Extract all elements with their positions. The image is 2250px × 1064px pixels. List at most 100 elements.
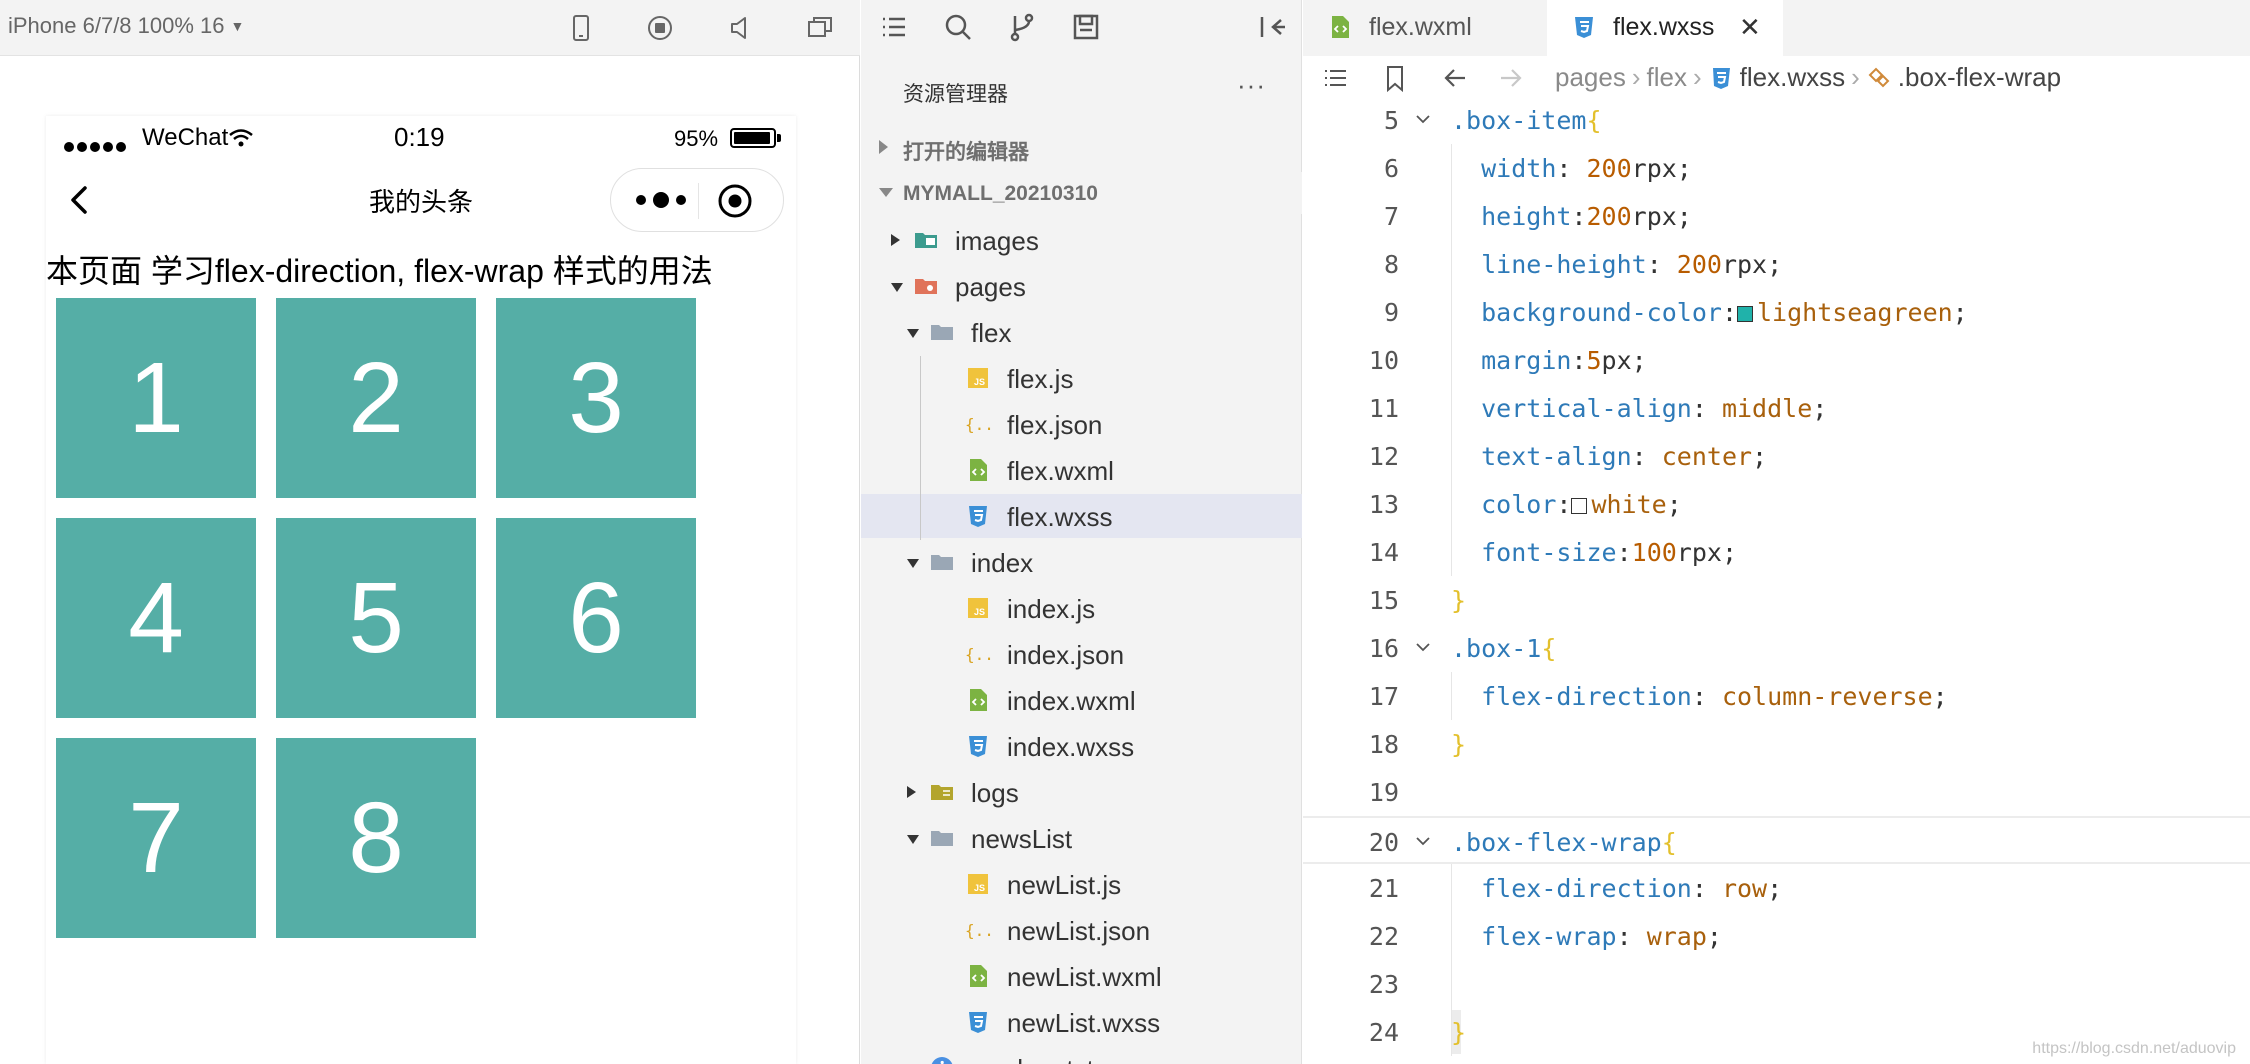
symbol-class-icon (1868, 67, 1890, 88)
outline-icon[interactable] (1319, 62, 1351, 94)
tree-item-newslist[interactable]: newsList (861, 816, 1302, 860)
tree-item-flex[interactable]: flex (861, 310, 1302, 354)
open-editors-section[interactable]: 打开的编辑器 (861, 126, 1302, 168)
tab-flex-wxml[interactable]: flex.wxml (1303, 0, 1547, 56)
phone-screen: WeChat 0:19 95% 我的头条 本页面 学习flex-directio… (46, 116, 796, 1064)
tree-item-label: newList.wxss (1007, 1008, 1161, 1038)
wxml-file-icon (1327, 14, 1353, 40)
carrier-label: WeChat (142, 124, 229, 151)
code-line[interactable]: 22 flex-wrap: wrap; (1303, 912, 2250, 960)
fold-chevron-icon[interactable] (1413, 106, 1433, 126)
devtools-window: iPhone 6/7/8 100% 16 ▼ WeChat 0:19 95% 我… (0, 0, 2250, 1064)
capsule-divider (698, 183, 699, 219)
more-actions-icon[interactable]: ··· (1237, 70, 1266, 101)
collapse-panel-icon[interactable] (1255, 10, 1289, 44)
chevron-right-icon (891, 234, 900, 246)
editor-pane: flex.wxml flex.wxss ✕ pages › flex › flex.wxss… (1303, 0, 2250, 1064)
code-line[interactable]: 15} (1303, 576, 2250, 624)
tree-item-pages[interactable]: pages (861, 264, 1302, 308)
tree-item-index-wxml[interactable]: index.wxml (861, 678, 1302, 722)
battery-icon (730, 128, 781, 148)
code-area[interactable]: 5 .box-item{6 width: 200rpx; 7 height:200r… (1303, 100, 2250, 1064)
tree-item-index[interactable]: index (861, 540, 1302, 584)
tree-item-index-js[interactable]: JS index.js (861, 586, 1302, 630)
tree-item-index-json[interactable]: {..} index.json (861, 632, 1302, 676)
close-tab-icon[interactable]: ✕ (1739, 12, 1761, 43)
back-icon[interactable] (1439, 62, 1471, 94)
tree-item-newlist-json[interactable]: {..} newList.json (861, 908, 1302, 952)
signal-icon (64, 131, 129, 159)
code-line[interactable]: 10 margin:5px; (1303, 336, 2250, 384)
code-text: flex-direction: column-reverse; (1481, 682, 1948, 711)
tree-item-flex-wxss[interactable]: flex.wxss (861, 494, 1302, 538)
line-number: 23 (1368, 970, 1399, 999)
window-icon[interactable] (804, 12, 836, 44)
breadcrumb-pages[interactable]: pages (1555, 62, 1626, 92)
simulator-toolbar: iPhone 6/7/8 100% 16 ▼ (0, 0, 860, 56)
folder-icon (929, 549, 955, 575)
code-text: width: 200rpx; (1481, 154, 1692, 183)
stop-icon[interactable] (644, 12, 676, 44)
code-line[interactable]: 14 font-size:100rpx; (1303, 528, 2250, 576)
speaker-icon[interactable] (724, 12, 756, 44)
tab-flex-wxss[interactable]: flex.wxss ✕ (1547, 0, 1783, 56)
tree-item-flex-js[interactable]: JS flex.js (861, 356, 1302, 400)
code-line[interactable]: 13 color: white; (1303, 480, 2250, 528)
breadcrumb-file[interactable]: flex.wxss (1740, 62, 1845, 92)
search-icon[interactable] (941, 10, 975, 44)
code-line[interactable]: 6 width: 200rpx; (1303, 144, 2250, 192)
tree-item-newlist-wxml[interactable]: newList.wxml (861, 954, 1302, 998)
code-line[interactable]: 5 .box-item{ (1303, 96, 2250, 144)
forward-icon[interactable] (1495, 62, 1527, 94)
chevron-down-icon (907, 835, 919, 844)
code-line[interactable]: 21 flex-direction: row; (1303, 864, 2250, 912)
project-section[interactable]: MYMALL_20210310 (861, 172, 1302, 214)
tree-item-logs[interactable]: logs (861, 770, 1302, 814)
code-line[interactable]: 9 background-color: lightseagreen; (1303, 288, 2250, 336)
fold-chevron-icon[interactable] (1413, 828, 1433, 848)
extensions-icon[interactable] (1069, 10, 1103, 44)
line-number: 11 (1368, 394, 1399, 423)
list-icon[interactable] (877, 10, 911, 44)
tree-item-newlist-js[interactable]: JS newList.js (861, 862, 1302, 906)
code-line[interactable]: 19 (1303, 768, 2250, 816)
tree-item-newlist-wxss[interactable]: newList.wxss (861, 1000, 1302, 1044)
flex-box-item: 8 (276, 738, 476, 938)
tree-item-index-wxss[interactable]: index.wxss (861, 724, 1302, 768)
device-selector[interactable]: iPhone 6/7/8 100% 16 ▼ (8, 13, 244, 39)
breadcrumb-symbol[interactable]: .box-flex-wrap (1898, 62, 2061, 92)
code-line[interactable]: 23 (1303, 960, 2250, 1008)
explorer-title: 资源管理器 (903, 83, 1008, 106)
code-line[interactable]: 20 .box-flex-wrap{ (1303, 816, 2250, 864)
fold-chevron-icon[interactable] (1413, 634, 1433, 654)
tree-item-readme-txt[interactable]: readme.txt (861, 1046, 1302, 1064)
code-line[interactable]: 18} (1303, 720, 2250, 768)
line-number: 15 (1368, 586, 1399, 615)
tree-item-images[interactable]: images (861, 218, 1302, 262)
tree-item-flex-json[interactable]: {..} flex.json (861, 402, 1302, 446)
line-number: 5 (1383, 106, 1399, 135)
flex-box-item: 3 (496, 298, 696, 498)
line-number: 10 (1368, 346, 1399, 375)
code-line[interactable]: 17 flex-direction: column-reverse; (1303, 672, 2250, 720)
bookmark-icon[interactable] (1379, 62, 1411, 94)
tree-indent-guide (920, 356, 921, 540)
source-control-icon[interactable] (1005, 10, 1039, 44)
code-text: color: white; (1481, 490, 1682, 519)
more-dots-icon[interactable] (631, 185, 691, 215)
code-line[interactable]: 8 line-height: 200rpx; (1303, 240, 2250, 288)
line-number: 7 (1383, 202, 1399, 231)
code-line[interactable]: 16 .box-1{ (1303, 624, 2250, 672)
code-line[interactable]: 11 vertical-align: middle; (1303, 384, 2250, 432)
svg-text:JS: JS (974, 377, 985, 387)
tree-item-label: index.js (1007, 594, 1096, 624)
phone-icon[interactable] (565, 12, 597, 44)
tree-item-label: pages (955, 272, 1026, 302)
tree-item-flex-wxml[interactable]: flex.wxml (861, 448, 1302, 492)
code-line[interactable]: 12 text-align: center; (1303, 432, 2250, 480)
breadcrumb-flex[interactable]: flex (1647, 62, 1687, 92)
code-line[interactable]: 7 height:200rpx; (1303, 192, 2250, 240)
close-miniprogram-icon[interactable] (717, 183, 753, 219)
tree-item-label: newList.js (1007, 870, 1122, 900)
tree-item-label: index.wxss (1007, 732, 1135, 762)
